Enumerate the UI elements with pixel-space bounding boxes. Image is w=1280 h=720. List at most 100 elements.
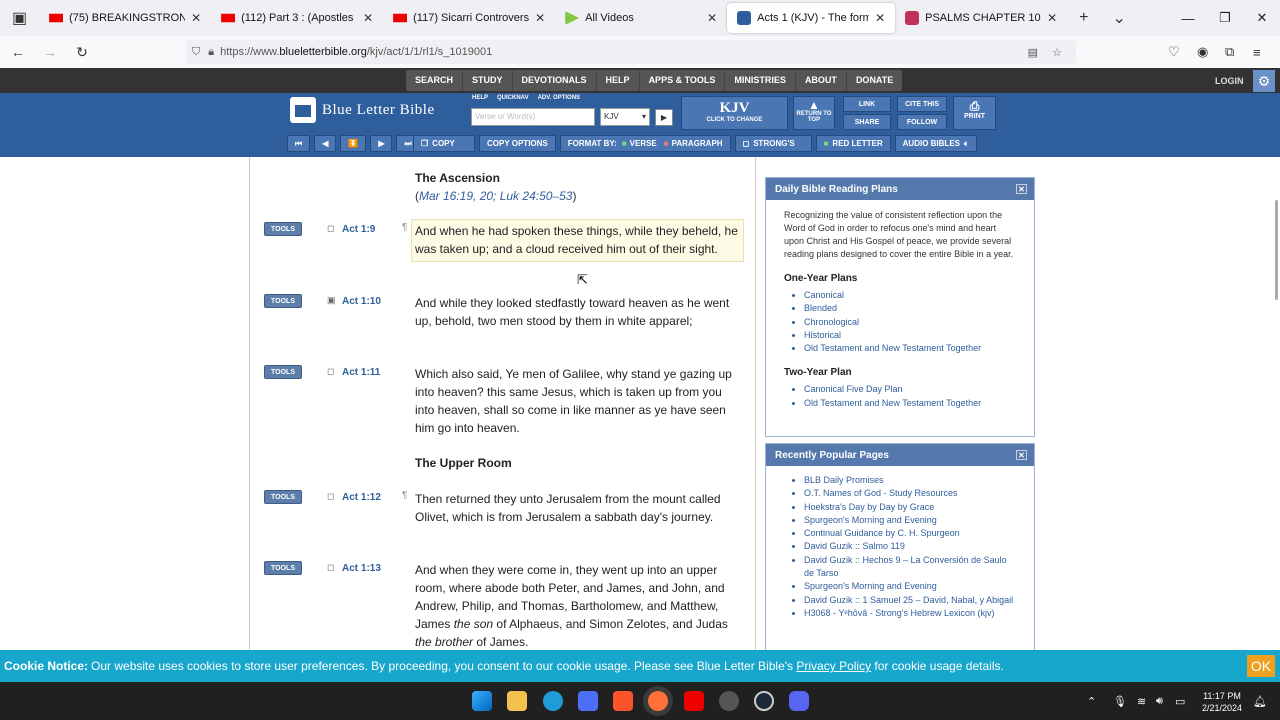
menu-help[interactable]: HELP (597, 70, 640, 91)
menu-devotionals[interactable]: DEVOTIONALS (513, 70, 597, 91)
account-icon[interactable]: ◉ (1197, 40, 1208, 64)
close-window-icon[interactable]: ✕ (1242, 0, 1280, 36)
verse-ref[interactable]: Act 1:13 (342, 563, 381, 574)
previous-icon[interactable]: ◀ (314, 135, 337, 152)
checkbox-icon[interactable]: ◻ (327, 562, 334, 573)
plan-link[interactable]: Chronological (804, 316, 1016, 329)
brave-icon[interactable] (613, 691, 633, 711)
firefox-icon[interactable] (648, 691, 668, 711)
bookmark-star-icon[interactable]: ☆ (1052, 46, 1062, 59)
verse-ref[interactable]: Act 1:9 (342, 224, 375, 235)
clock[interactable]: 11:17 PM 2/21/2024 (1198, 690, 1246, 714)
close-tab-icon[interactable]: ✕ (191, 11, 201, 25)
popular-link[interactable]: Spurgeon's Morning and Evening (804, 580, 1016, 593)
close-tab-icon[interactable]: ✕ (875, 11, 885, 25)
first-icon[interactable]: ⏮ (287, 135, 311, 152)
reload-icon[interactable]: ↻ (68, 38, 96, 66)
menu-apps-tools[interactable]: APPS & TOOLS (640, 70, 726, 91)
store-icon[interactable] (578, 691, 598, 711)
browser-tab[interactable]: (112) Part 3 : (Apostles Of Gm✕ (211, 0, 383, 36)
popular-link[interactable]: David Guzik :: Salmo 119 (804, 540, 1016, 553)
browser-tab[interactable]: PSALMS CHAPTER 104 KJV✕ (895, 0, 1067, 36)
minimize-icon[interactable]: — (1168, 0, 1208, 36)
plan-link[interactable]: Canonical Five Day Plan (804, 383, 1016, 396)
close-tab-icon[interactable]: ✕ (535, 11, 545, 25)
close-icon[interactable]: ✕ (1016, 450, 1027, 460)
restore-icon[interactable]: ❐ (1205, 0, 1245, 36)
popular-link[interactable]: David Guzik :: Hechos 9 – La Conversión … (804, 554, 1016, 581)
file-explorer-icon[interactable] (507, 691, 527, 711)
url-bar[interactable]: ⛉ 🔒︎ https://www.blueletterbible.org/kjv… (186, 40, 1076, 64)
tools-button[interactable]: TOOLS (264, 294, 302, 308)
notification-bell-icon[interactable]: 🔔︎ (1253, 695, 1267, 708)
tools-button[interactable]: TOOLS (264, 561, 302, 575)
battery-icon[interactable]: ▭ (1175, 695, 1185, 708)
checkbox-icon[interactable]: ◻ (327, 223, 334, 234)
windows-start-icon[interactable] (472, 691, 492, 711)
change-version-button[interactable]: KJV CLICK TO CHANGE (681, 96, 788, 130)
menu-about[interactable]: ABOUT (796, 70, 847, 91)
menu-search[interactable]: SEARCH (406, 70, 464, 91)
verse-ref[interactable]: Act 1:12 (342, 492, 381, 503)
volume-icon[interactable]: 🔊︎ (1156, 695, 1163, 708)
checkbox-icon[interactable]: ◻ (327, 491, 334, 502)
browser-tab[interactable]: All Videos ✕ (555, 0, 727, 36)
extensions-icon[interactable]: ⧉ (1225, 40, 1234, 64)
tools-button[interactable]: TOOLS (264, 490, 302, 504)
browser-tab[interactable]: (117) Sicarri Controversy Summ✕ (383, 0, 555, 36)
red-letter-toggle[interactable]: ■ RED LETTER (815, 135, 891, 152)
login-link[interactable]: LOGIN (1215, 76, 1244, 86)
tools-button[interactable]: TOOLS (264, 365, 302, 379)
browser-tab[interactable]: (75) BREAKINGSTRONGHOLDS✕ (39, 0, 211, 36)
search-input[interactable]: Verse or Word(s) (471, 108, 595, 126)
site-logo[interactable]: Blue Letter Bible (290, 97, 435, 123)
scrollbar[interactable] (1275, 200, 1278, 300)
share-button[interactable]: SHARE (843, 114, 891, 130)
gear-icon[interactable]: ⚙ (1253, 70, 1275, 92)
print-button[interactable]: ⎙ PRINT (953, 96, 996, 130)
next-icon[interactable]: ▶ (370, 135, 393, 152)
copy-button[interactable]: ❐ COPY (413, 135, 475, 152)
popular-link[interactable]: O.T. Names of God - Study Resources (804, 487, 1016, 500)
popular-link[interactable]: Continual Guidance by C. H. Spurgeon (804, 527, 1016, 540)
menu-donate[interactable]: DONATE (847, 70, 902, 91)
tab-overview-icon[interactable]: ▣ (0, 8, 39, 28)
help-link[interactable]: HELP (472, 95, 488, 101)
microphone-icon[interactable]: 🎙︎ (1113, 695, 1127, 708)
steam-icon[interactable] (754, 691, 774, 711)
new-tab-icon[interactable]: + (1067, 9, 1100, 27)
wifi-icon[interactable]: ≋ (1137, 695, 1146, 708)
chevron-down-icon[interactable]: ⌄ (1100, 8, 1137, 28)
close-tab-icon[interactable]: ✕ (363, 11, 373, 25)
go-button[interactable]: ▶ (655, 109, 673, 126)
popular-link[interactable]: H3068 - Yᵉhōvâ - Strong's Hebrew Lexicon… (804, 607, 1016, 620)
strongs-toggle[interactable]: ◻ STRONG'S (734, 135, 812, 152)
cookie-ok-button[interactable]: OK (1247, 655, 1275, 677)
down-icon[interactable]: ⏬ (340, 135, 367, 152)
privacy-policy-link[interactable]: Privacy Policy (796, 659, 871, 673)
plan-link[interactable]: Old Testament and New Testament Together (804, 342, 1016, 355)
cross-reference-link[interactable]: Mar 16:19, 20; Luk 24:50–53 (419, 189, 572, 203)
copy-options-button[interactable]: COPY OPTIONS (479, 135, 556, 152)
plan-link[interactable]: Blended (804, 302, 1016, 315)
plan-link[interactable]: Old Testament and New Testament Together (804, 397, 1016, 410)
link-button[interactable]: LINK (843, 96, 891, 112)
popular-link[interactable]: Hoekstra's Day by Day by Grace (804, 501, 1016, 514)
adv-options-link[interactable]: ADV. OPTIONS (538, 95, 580, 101)
back-icon[interactable]: ← (4, 38, 32, 66)
verse-ref[interactable]: Act 1:11 (342, 367, 380, 378)
quicknav-link[interactable]: QUICKNAV (497, 95, 529, 101)
follow-button[interactable]: FOLLOW (897, 114, 947, 130)
audio-bibles-button[interactable]: AUDIO BIBLES 🔈︎ (894, 135, 977, 152)
obs-icon[interactable] (719, 691, 739, 711)
popular-link[interactable]: BLB Daily Promises (804, 474, 1016, 487)
plan-link[interactable]: Historical (804, 329, 1016, 342)
version-select[interactable]: KJV ▾ (600, 108, 650, 126)
plan-link[interactable]: Canonical (804, 289, 1016, 302)
checkbox-icon[interactable]: ▣ (327, 295, 336, 306)
chevron-up-icon[interactable]: ⌃ (1087, 695, 1096, 708)
reader-view-icon[interactable]: ▤ (1028, 46, 1038, 59)
checkbox-icon[interactable]: ◻ (327, 366, 334, 377)
youtube-icon[interactable] (684, 691, 704, 711)
forward-icon[interactable]: → (36, 38, 64, 66)
